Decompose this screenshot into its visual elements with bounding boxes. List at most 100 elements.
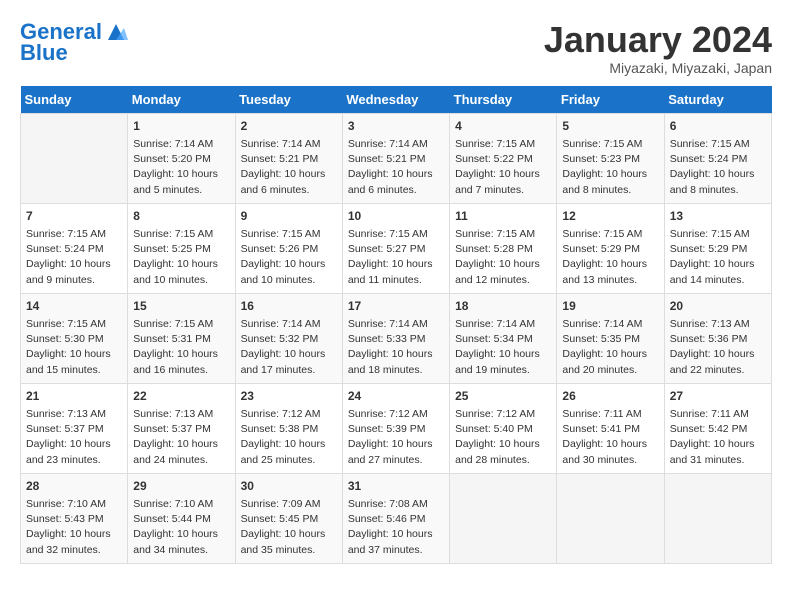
day-number: 7 bbox=[26, 208, 122, 225]
day-info: Daylight: 10 hours bbox=[241, 167, 337, 182]
day-info: and 25 minutes. bbox=[241, 453, 337, 468]
day-info: Daylight: 10 hours bbox=[133, 257, 229, 272]
calendar-cell: 12Sunrise: 7:15 AMSunset: 5:29 PMDayligh… bbox=[557, 203, 664, 293]
day-number: 15 bbox=[133, 298, 229, 315]
day-info: Sunrise: 7:15 AM bbox=[562, 137, 658, 152]
day-info: Sunrise: 7:15 AM bbox=[455, 137, 551, 152]
day-info: Sunrise: 7:14 AM bbox=[348, 137, 444, 152]
day-info: Daylight: 10 hours bbox=[455, 437, 551, 452]
weekday-header-sunday: Sunday bbox=[21, 86, 128, 114]
day-info: Sunrise: 7:15 AM bbox=[670, 137, 766, 152]
day-info: Daylight: 10 hours bbox=[348, 527, 444, 542]
day-info: Sunrise: 7:12 AM bbox=[455, 407, 551, 422]
logo-icon bbox=[104, 20, 128, 44]
day-info: Sunrise: 7:14 AM bbox=[562, 317, 658, 332]
weekday-header-saturday: Saturday bbox=[664, 86, 771, 114]
day-number: 28 bbox=[26, 478, 122, 495]
day-info: Daylight: 10 hours bbox=[26, 257, 122, 272]
week-row-1: 1Sunrise: 7:14 AMSunset: 5:20 PMDaylight… bbox=[21, 113, 772, 203]
day-info: Sunset: 5:39 PM bbox=[348, 422, 444, 437]
calendar-cell bbox=[557, 473, 664, 563]
day-number: 9 bbox=[241, 208, 337, 225]
day-number: 17 bbox=[348, 298, 444, 315]
day-info: Daylight: 10 hours bbox=[241, 527, 337, 542]
day-info: and 28 minutes. bbox=[455, 453, 551, 468]
day-number: 21 bbox=[26, 388, 122, 405]
day-info: Daylight: 10 hours bbox=[26, 527, 122, 542]
day-info: Sunset: 5:22 PM bbox=[455, 152, 551, 167]
calendar-cell: 9Sunrise: 7:15 AMSunset: 5:26 PMDaylight… bbox=[235, 203, 342, 293]
day-info: Sunset: 5:24 PM bbox=[26, 242, 122, 257]
day-info: Sunset: 5:30 PM bbox=[26, 332, 122, 347]
day-number: 8 bbox=[133, 208, 229, 225]
calendar-cell: 6Sunrise: 7:15 AMSunset: 5:24 PMDaylight… bbox=[664, 113, 771, 203]
calendar-cell: 7Sunrise: 7:15 AMSunset: 5:24 PMDaylight… bbox=[21, 203, 128, 293]
day-info: Sunset: 5:32 PM bbox=[241, 332, 337, 347]
day-info: Daylight: 10 hours bbox=[670, 257, 766, 272]
day-info: and 12 minutes. bbox=[455, 273, 551, 288]
day-info: Sunset: 5:46 PM bbox=[348, 512, 444, 527]
day-info: Daylight: 10 hours bbox=[562, 257, 658, 272]
day-info: Daylight: 10 hours bbox=[455, 347, 551, 362]
calendar-cell: 16Sunrise: 7:14 AMSunset: 5:32 PMDayligh… bbox=[235, 293, 342, 383]
day-info: Daylight: 10 hours bbox=[348, 257, 444, 272]
day-info: and 6 minutes. bbox=[348, 183, 444, 198]
day-number: 14 bbox=[26, 298, 122, 315]
day-info: Daylight: 10 hours bbox=[26, 437, 122, 452]
day-number: 2 bbox=[241, 118, 337, 135]
week-row-2: 7Sunrise: 7:15 AMSunset: 5:24 PMDaylight… bbox=[21, 203, 772, 293]
calendar-cell: 25Sunrise: 7:12 AMSunset: 5:40 PMDayligh… bbox=[450, 383, 557, 473]
day-info: Sunrise: 7:15 AM bbox=[670, 227, 766, 242]
day-info: Sunset: 5:21 PM bbox=[348, 152, 444, 167]
day-info: Daylight: 10 hours bbox=[670, 167, 766, 182]
day-number: 31 bbox=[348, 478, 444, 495]
day-info: Sunset: 5:45 PM bbox=[241, 512, 337, 527]
day-number: 3 bbox=[348, 118, 444, 135]
day-info: and 18 minutes. bbox=[348, 363, 444, 378]
day-number: 18 bbox=[455, 298, 551, 315]
day-info: Sunset: 5:27 PM bbox=[348, 242, 444, 257]
day-info: and 8 minutes. bbox=[670, 183, 766, 198]
day-info: Sunrise: 7:15 AM bbox=[241, 227, 337, 242]
day-info: Daylight: 10 hours bbox=[26, 347, 122, 362]
day-number: 23 bbox=[241, 388, 337, 405]
day-info: and 24 minutes. bbox=[133, 453, 229, 468]
title-block: January 2024 Miyazaki, Miyazaki, Japan bbox=[544, 20, 772, 76]
day-info: Sunrise: 7:15 AM bbox=[348, 227, 444, 242]
day-info: Daylight: 10 hours bbox=[562, 347, 658, 362]
day-number: 5 bbox=[562, 118, 658, 135]
day-info: and 16 minutes. bbox=[133, 363, 229, 378]
calendar-cell: 31Sunrise: 7:08 AMSunset: 5:46 PMDayligh… bbox=[342, 473, 449, 563]
calendar-cell: 24Sunrise: 7:12 AMSunset: 5:39 PMDayligh… bbox=[342, 383, 449, 473]
calendar-cell: 18Sunrise: 7:14 AMSunset: 5:34 PMDayligh… bbox=[450, 293, 557, 383]
month-title: January 2024 bbox=[544, 20, 772, 60]
day-number: 29 bbox=[133, 478, 229, 495]
day-info: Sunrise: 7:13 AM bbox=[26, 407, 122, 422]
day-info: and 31 minutes. bbox=[670, 453, 766, 468]
day-info: Sunset: 5:37 PM bbox=[133, 422, 229, 437]
day-info: Sunrise: 7:14 AM bbox=[348, 317, 444, 332]
calendar-cell: 20Sunrise: 7:13 AMSunset: 5:36 PMDayligh… bbox=[664, 293, 771, 383]
day-info: Sunset: 5:29 PM bbox=[670, 242, 766, 257]
calendar-cell: 3Sunrise: 7:14 AMSunset: 5:21 PMDaylight… bbox=[342, 113, 449, 203]
calendar-cell bbox=[450, 473, 557, 563]
weekday-header-tuesday: Tuesday bbox=[235, 86, 342, 114]
day-info: Sunrise: 7:14 AM bbox=[241, 317, 337, 332]
day-info: Sunrise: 7:13 AM bbox=[133, 407, 229, 422]
day-info: and 7 minutes. bbox=[455, 183, 551, 198]
day-info: Sunrise: 7:14 AM bbox=[241, 137, 337, 152]
day-info: Daylight: 10 hours bbox=[133, 437, 229, 452]
logo: General Blue bbox=[20, 20, 128, 66]
day-info: and 23 minutes. bbox=[26, 453, 122, 468]
day-info: Sunrise: 7:09 AM bbox=[241, 497, 337, 512]
day-info: and 17 minutes. bbox=[241, 363, 337, 378]
day-number: 24 bbox=[348, 388, 444, 405]
calendar-cell bbox=[664, 473, 771, 563]
day-info: and 19 minutes. bbox=[455, 363, 551, 378]
day-info: Sunset: 5:31 PM bbox=[133, 332, 229, 347]
day-info: Daylight: 10 hours bbox=[133, 167, 229, 182]
day-info: Sunrise: 7:10 AM bbox=[26, 497, 122, 512]
calendar-cell: 26Sunrise: 7:11 AMSunset: 5:41 PMDayligh… bbox=[557, 383, 664, 473]
calendar-cell: 11Sunrise: 7:15 AMSunset: 5:28 PMDayligh… bbox=[450, 203, 557, 293]
day-info: and 9 minutes. bbox=[26, 273, 122, 288]
